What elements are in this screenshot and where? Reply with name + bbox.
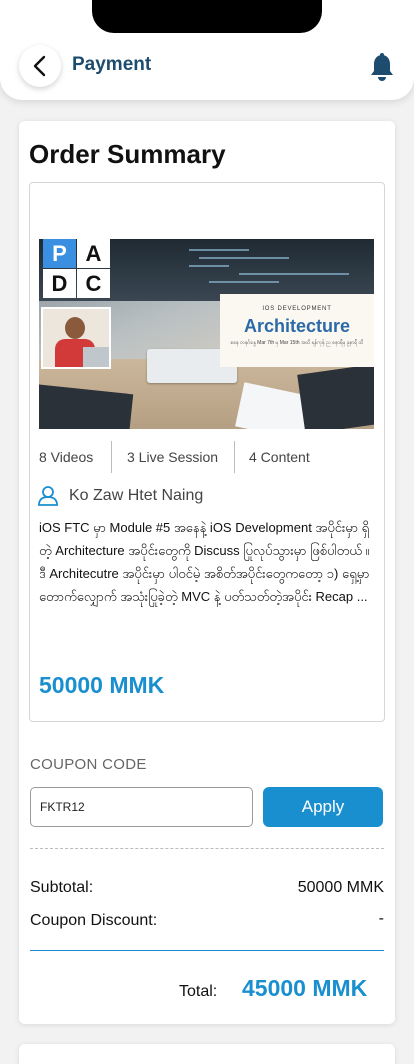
instructor-row: Ko Zaw Htet Naing	[37, 484, 207, 508]
device-notch	[92, 0, 322, 33]
stat-content: 4 Content	[249, 449, 310, 465]
coupon-code-input[interactable]	[30, 787, 253, 827]
total-divider	[30, 950, 384, 951]
banner-title: Architecture	[243, 316, 351, 336]
total-label: Total:	[179, 983, 218, 1000]
course-stats: 8 Videos 3 Live Session 4 Content	[39, 441, 374, 473]
logo-letter: P	[43, 239, 76, 268]
order-summary-title: Order Summary	[29, 139, 226, 169]
banner-title-box: IOS DEVELOPMENT Architecture စနေ တနင်္ဂန…	[220, 294, 374, 367]
bell-icon[interactable]	[368, 52, 396, 82]
secondary-card	[19, 1044, 395, 1064]
page-title: Payment	[72, 54, 152, 75]
coupon-discount-value: -	[378, 910, 384, 927]
instructor-photo	[41, 307, 111, 369]
instructor-name: Ko Zaw Htet Naing	[69, 487, 204, 504]
logo-letter: C	[77, 269, 110, 298]
user-icon	[38, 486, 58, 506]
app-header: Payment	[0, 0, 414, 100]
logo-letter: D	[43, 269, 76, 298]
dashed-divider	[30, 848, 384, 849]
subtotal-label: Subtotal:	[30, 879, 94, 896]
course-banner-image: P A D C IOS DEVELOPMENT Architecture စနေ…	[39, 239, 374, 429]
banner-subtitle: IOS DEVELOPMENT	[262, 306, 332, 312]
logo-letter: A	[77, 239, 110, 268]
course-description: iOS FTC မှာ Module #5 အနေနဲ့ iOS Develop…	[39, 520, 370, 604]
stat-videos: 8 Videos	[39, 449, 94, 465]
course-price: 50000 MMK	[39, 672, 165, 698]
subtotal-value: 50000 MMK	[297, 879, 384, 896]
banner-note: စနေ တနင်္ဂနွေ Mar 7th မှ Mar 15th အထိ ရန…	[230, 340, 364, 346]
stat-live-sessions: 3 Live Session	[127, 449, 219, 465]
back-button[interactable]	[19, 45, 61, 87]
coupon-label: COUPON CODE	[30, 756, 147, 773]
total-value: 45000 MMK	[242, 975, 368, 1001]
apply-coupon-button[interactable]: Apply	[263, 787, 383, 827]
coupon-discount-label: Coupon Discount:	[30, 912, 158, 929]
chevron-left-icon	[33, 55, 46, 77]
